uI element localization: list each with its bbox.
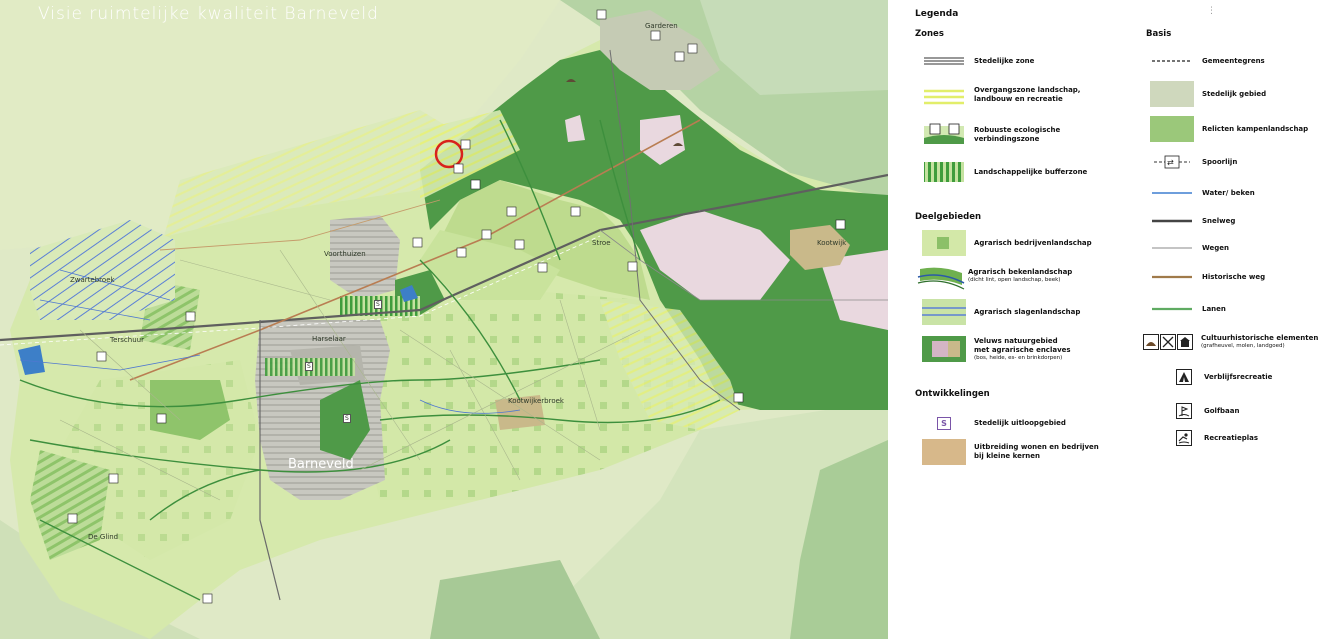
water-swatch: [1150, 180, 1194, 206]
stedelijk-gebied-swatch: [1150, 81, 1194, 107]
uitloopgebied-swatch: S: [922, 410, 966, 436]
legend-label: Landschappelijke bufferzone: [974, 167, 1088, 176]
legend-item-bekenlandschap: Agrarisch bekenlandschap (dicht lint, ope…: [916, 263, 1073, 290]
map-title: Visie ruimtelijke kwaliteit Barneveld: [38, 4, 379, 24]
bufferzone-swatch: [922, 159, 966, 185]
basis-heading: Basis: [1146, 29, 1172, 39]
legend-label: Robuuste ecologische verbindingszone: [974, 126, 1061, 143]
legend-item-overgangszone: Overgangszone landschap, landbouw en rec…: [922, 82, 1080, 108]
legend-label: Agrarisch bekenlandschap (dicht lint, ope…: [968, 268, 1073, 283]
bekenlandschap-swatch: [916, 263, 966, 290]
legend-item-snelweg: Snelweg: [1150, 208, 1235, 234]
legend-label: Golfbaan: [1204, 406, 1240, 415]
legend-label: Veluws natuurgebied met agrarische encla…: [974, 336, 1071, 361]
legend-item-verblijfsrecreatie: Verblijfsrecreatie: [1176, 369, 1272, 385]
legend-item-cultuurhistorisch: Cultuurhistorische elementen (grafheuvel,…: [1143, 334, 1318, 350]
bedrijvenlandschap-swatch: [922, 230, 966, 256]
legend-item-robuuste-zone: Robuuste ecologische verbindingszone: [922, 122, 1060, 148]
estate-icon: [1177, 334, 1193, 350]
uitloop-marker: S: [343, 414, 351, 423]
stedelijke-zone-swatch: [922, 48, 966, 74]
legend-label: Lanen: [1202, 304, 1226, 313]
legend-item-water: Water/ beken: [1150, 180, 1255, 206]
legend-item-uitbreiding: Uitbreiding wonen en bedrijven bij klein…: [922, 439, 1099, 465]
relicten-swatch: [1150, 116, 1194, 142]
legend-item-lanen: Lanen: [1150, 296, 1226, 322]
golf-icon: [1176, 403, 1192, 419]
more-dots: ⋮: [1207, 6, 1216, 16]
legend-label: Snelweg: [1202, 216, 1236, 225]
overgangszone-swatch: [922, 82, 966, 108]
lanen-swatch: [1150, 296, 1194, 322]
legend-label: Water/ beken: [1202, 188, 1255, 197]
legend-label: Gemeentegrens: [1202, 56, 1265, 65]
legend-item-gemeentegrens: Gemeentegrens: [1150, 48, 1265, 74]
legend-label: Uitbreiding wonen en bedrijven bij klein…: [974, 443, 1099, 460]
legend-item-relicten: Relicten kampenlandschap: [1150, 116, 1308, 142]
place-kootwijk: Kootwijk: [817, 239, 847, 247]
windmill-icon: [1160, 334, 1176, 350]
legend-item-uitloopgebied: S Stedelijk uitloopgebied: [922, 410, 1066, 436]
legend-label: Recreatieplas: [1204, 433, 1259, 442]
wegen-swatch: [1150, 235, 1194, 261]
legend-label: Cultuurhistorische elementen (grafheuvel,…: [1201, 334, 1319, 349]
svg-text:⇄: ⇄: [1167, 158, 1174, 167]
place-voorthuizen: Voorthuizen: [324, 250, 366, 258]
legend-label: Agrarisch bedrijvenlandschap: [974, 238, 1092, 247]
legend-label: Verblijfsrecreatie: [1204, 372, 1273, 381]
legend-item-slagenlandschap: Agrarisch slagenlandschap: [922, 299, 1080, 325]
legend-panel: Legenda ⋮ Zones Stedelijke zone Overgang…: [888, 0, 1323, 639]
spoorlijn-swatch: ⇄: [1150, 149, 1194, 175]
place-stroe: Stroe: [592, 239, 611, 247]
swimmer-icon: [1176, 430, 1192, 446]
place-kootwijkerbroek: Kootwijkerbroek: [508, 397, 564, 405]
legend-item-spoorlijn: ⇄ Spoorlijn: [1150, 149, 1237, 175]
place-de-glind: De Glind: [88, 533, 119, 541]
legend-item-recreatieplas: Recreatieplas: [1176, 430, 1258, 446]
legend-item-golfbaan: Golfbaan: [1176, 403, 1239, 419]
place-garderen: Garderen: [645, 22, 678, 30]
uitloop-marker: S: [305, 362, 313, 371]
map-canvas: [0, 0, 888, 639]
place-barneveld: Barneveld: [288, 457, 354, 472]
zones-heading: Zones: [915, 29, 944, 39]
grave-mound-icon: [1143, 334, 1159, 350]
cultuurhistorisch-icons: [1143, 334, 1193, 350]
legend-label: Stedelijk uitloopgebied: [974, 418, 1066, 427]
legend-label: Wegen: [1202, 243, 1229, 252]
uitbreiding-swatch: [922, 439, 966, 465]
historische-weg-swatch: [1150, 264, 1194, 290]
legend-label: Agrarisch slagenlandschap: [974, 307, 1081, 316]
legend-label: Stedelijk gebied: [1202, 89, 1267, 98]
legend-item-bufferzone: Landschappelijke bufferzone: [922, 159, 1087, 185]
legend-item-veluws-natuurgebied: Veluws natuurgebied met agrarische encla…: [922, 336, 1071, 362]
ontwikkelingen-heading: Ontwikkelingen: [915, 389, 990, 399]
snelweg-swatch: [1150, 208, 1194, 234]
legend-item-bedrijvenlandschap: Agrarisch bedrijvenlandschap: [922, 230, 1092, 256]
legend-label: Overgangszone landschap, landbouw en rec…: [974, 86, 1081, 103]
place-zwartebroek: Zwartebroek: [70, 276, 115, 284]
place-terschuur: Terschuur: [110, 336, 144, 344]
place-harselaar: Harselaar: [312, 335, 346, 343]
legend-label: Stedelijke zone: [974, 56, 1035, 65]
tent-icon: [1176, 369, 1192, 385]
map-panel: Visie ruimtelijke kwaliteit Barneveld Ga…: [0, 0, 888, 639]
uitloop-marker: S: [374, 300, 382, 309]
legend-label: Historische weg: [1202, 272, 1266, 281]
slagenlandschap-swatch: [922, 299, 966, 325]
robuuste-zone-swatch: [922, 122, 966, 148]
deelgebieden-heading: Deelgebieden: [915, 212, 982, 222]
legend-item-historische-weg: Historische weg: [1150, 264, 1265, 290]
legend-label: Relicten kampenlandschap: [1202, 124, 1309, 133]
legend-item-wegen: Wegen: [1150, 235, 1229, 261]
gemeentegrens-swatch: [1150, 48, 1194, 74]
legend-title: Legenda: [915, 9, 959, 19]
legend-item-stedelijk-gebied: Stedelijk gebied: [1150, 81, 1266, 107]
legend-label: Spoorlijn: [1202, 157, 1238, 166]
s-symbol: S: [937, 416, 951, 430]
legend-item-stedelijke-zone: Stedelijke zone: [922, 48, 1034, 74]
veluws-natuurgebied-swatch: [922, 336, 966, 362]
